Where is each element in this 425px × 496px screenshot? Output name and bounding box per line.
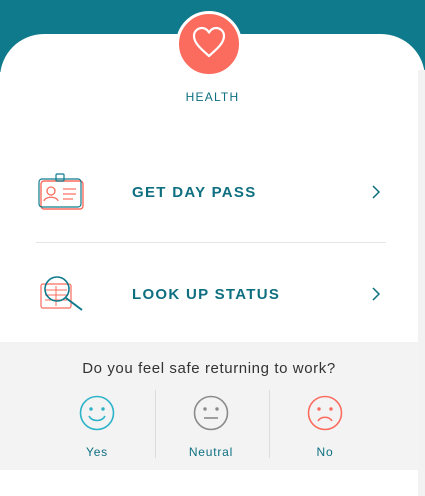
neutral-label: Neutral <box>188 445 234 459</box>
sad-face-icon <box>306 394 344 437</box>
happy-face-icon <box>78 394 116 437</box>
id-badge-icon <box>36 167 92 217</box>
divider <box>36 242 386 243</box>
health-badge <box>176 11 242 77</box>
look-up-status-button[interactable]: LOOK UP STATUS <box>36 264 386 324</box>
heart-icon <box>191 25 227 64</box>
survey-question: Do you feel safe returning to work? <box>82 360 336 377</box>
neutral-face-icon <box>192 394 230 437</box>
no-option[interactable]: No <box>285 394 365 464</box>
chevron-right-icon <box>366 182 386 202</box>
get-day-pass-label: GET DAY PASS <box>132 183 257 201</box>
magnifier-document-icon <box>36 269 92 319</box>
divider <box>269 390 270 458</box>
section-title: HEALTH <box>185 90 240 104</box>
neutral-option[interactable]: Neutral <box>171 394 251 464</box>
chevron-right-icon <box>366 284 386 304</box>
get-day-pass-button[interactable]: GET DAY PASS <box>36 162 386 222</box>
yes-label: Yes <box>86 445 108 459</box>
divider <box>155 390 156 458</box>
scroll-gutter <box>418 70 425 496</box>
survey-panel: Do you feel safe returning to work? Yes … <box>0 342 418 470</box>
look-up-status-label: LOOK UP STATUS <box>132 285 281 303</box>
yes-option[interactable]: Yes <box>57 394 137 464</box>
no-label: No <box>316 445 334 459</box>
